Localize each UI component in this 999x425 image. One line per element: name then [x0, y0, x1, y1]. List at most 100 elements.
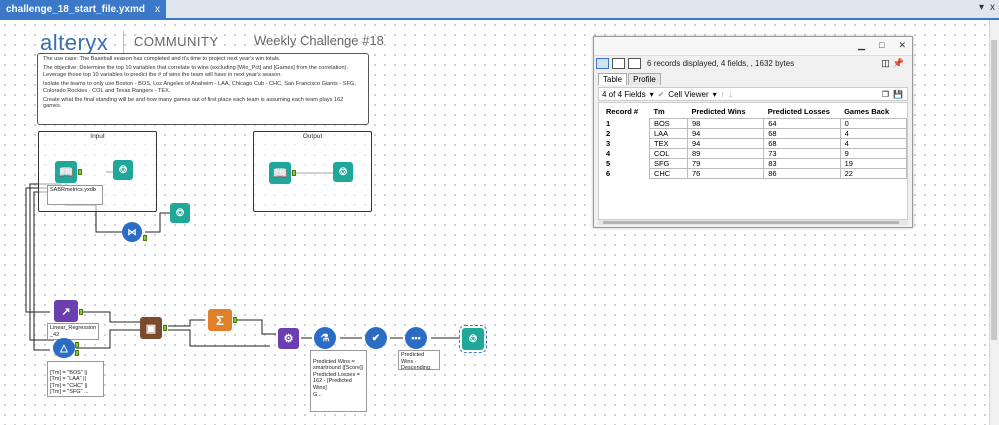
minimize-icon[interactable]: ▁	[858, 40, 865, 51]
table-cell[interactable]: 22	[839, 168, 908, 179]
table-cell[interactable]: 73	[763, 148, 841, 159]
table-cell[interactable]: 83	[763, 158, 841, 169]
chevron-down-icon[interactable]: ▾	[713, 90, 717, 99]
score-output-anchor[interactable]	[163, 325, 167, 331]
table-cell[interactable]: 68	[763, 128, 841, 139]
table-row[interactable]: 5 SFG 79 83 19	[602, 158, 908, 169]
filter-false-anchor[interactable]	[75, 350, 79, 356]
sort-up-icon[interactable]: ↑	[721, 90, 725, 99]
linear-regression-output-anchor[interactable]	[79, 309, 83, 315]
filter-tool[interactable]: △	[53, 338, 75, 358]
table-cell[interactable]: 4	[602, 149, 649, 159]
description-comment-box[interactable]: The use case: The Baseball season has co…	[37, 53, 369, 125]
sort-tool[interactable]: •••	[405, 327, 427, 349]
browse-tool-input[interactable]: ⎊	[113, 160, 133, 180]
description-isolate: Isolate the teams to only use Boston - B…	[43, 81, 356, 94]
scrollbar-thumb[interactable]	[991, 40, 997, 340]
table-row[interactable]: 2 LAA 94 68 4	[602, 128, 908, 139]
table-cell[interactable]: SFG	[648, 158, 688, 169]
table-cell[interactable]: 4	[839, 138, 908, 149]
apply-check-icon[interactable]: ✔	[658, 90, 665, 99]
maximize-icon[interactable]: □	[879, 40, 884, 51]
browse-tool-output[interactable]: ⎊	[333, 162, 353, 182]
pin-icon[interactable]: 📌	[893, 58, 904, 69]
split-horizontal-view-button[interactable]	[628, 58, 641, 69]
table-cell[interactable]: 86	[763, 168, 841, 179]
table-cell[interactable]: 79	[686, 158, 765, 169]
join-tool[interactable]: ⋈	[122, 222, 142, 242]
results-window[interactable]: ▁ □ ✕ 6 records displayed, 4 fields, , 1…	[593, 36, 913, 228]
formula-tool[interactable]: ⚗	[314, 327, 336, 349]
table-cell[interactable]: 98	[686, 118, 765, 129]
table-cell[interactable]: 68	[763, 138, 841, 149]
table-row[interactable]: 1 BOS 98 64 0	[602, 118, 908, 129]
join-icon: ⋈	[127, 226, 137, 237]
table-cell[interactable]: 0	[839, 118, 908, 129]
table-cell[interactable]: COL	[648, 148, 688, 159]
close-icon[interactable]: ✕	[898, 40, 906, 51]
results-horizontal-scrollbar[interactable]	[598, 220, 908, 225]
results-grid[interactable]: Record # Tm Predicted Wins Predicted Los…	[598, 102, 908, 220]
input-data-output-anchor[interactable]	[78, 169, 82, 175]
browse-tool-join[interactable]: ⎊	[170, 203, 190, 223]
copy-icon[interactable]: ❐	[882, 90, 889, 99]
table-cell[interactable]: 2	[602, 129, 649, 139]
table-cell[interactable]: 19	[839, 158, 908, 169]
filter-expression: [Tm] = "BOS" || [Tm] = "LAA" || [Tm] = "…	[50, 369, 89, 396]
vertical-scrollbar[interactable]	[989, 20, 999, 425]
table-cell[interactable]: 3	[602, 139, 649, 149]
table-cell[interactable]: LAA	[648, 128, 688, 139]
column-header[interactable]: Games Back	[840, 105, 906, 119]
table-cell[interactable]: 94	[686, 138, 765, 149]
table-row[interactable]: 3 TEX 94 68 4	[602, 138, 908, 149]
save-icon[interactable]: 💾	[893, 90, 903, 99]
table-row[interactable]: 6 CHC 76 86 22	[602, 168, 908, 179]
table-cell[interactable]: CHC	[648, 168, 688, 179]
table-cell[interactable]: 76	[686, 168, 765, 179]
single-view-button[interactable]	[596, 58, 609, 69]
output-data-anchor[interactable]	[292, 170, 296, 176]
table-cell[interactable]: BOS	[648, 118, 688, 129]
summarize-output-anchor[interactable]	[233, 317, 237, 323]
score-tool[interactable]: ▣	[140, 317, 162, 339]
split-vertical-view-button[interactable]	[612, 58, 625, 69]
join-output-anchor[interactable]	[143, 235, 147, 241]
table-cell[interactable]: 6	[602, 169, 649, 179]
column-header[interactable]: Predicted Losses	[764, 105, 840, 119]
cell-viewer-selector[interactable]: Cell Viewer	[668, 90, 708, 99]
table-cell[interactable]: 4	[839, 128, 908, 139]
table-cell[interactable]: 5	[602, 159, 649, 169]
chevron-down-icon[interactable]: ▾	[650, 90, 654, 99]
document-tab[interactable]: challenge_18_start_file.yxmd x	[0, 0, 166, 18]
column-header[interactable]: Predicted Wins	[687, 105, 763, 119]
column-header[interactable]: Tm	[649, 105, 687, 119]
summarize-tool[interactable]: Σ	[208, 309, 232, 331]
fields-selector[interactable]: 4 of 4 Fields	[602, 90, 646, 99]
filter-true-anchor[interactable]	[75, 342, 79, 348]
scrollbar-thumb[interactable]	[603, 221, 899, 224]
table-cell[interactable]: 89	[686, 148, 765, 159]
linear-regression-tool[interactable]: ↗	[54, 300, 78, 322]
formula-expression-label: Predicted Wins = smartround ([Score]) Pr…	[310, 350, 367, 412]
table-cell[interactable]: TEX	[648, 138, 688, 149]
tab-profile[interactable]: Profile	[628, 73, 661, 85]
score-icon: ▣	[145, 322, 157, 335]
sort-down-icon[interactable]: ↓	[729, 90, 733, 99]
close-icon[interactable]: x	[990, 2, 995, 13]
input-data-tool-output[interactable]: 📖	[269, 162, 291, 184]
table-cell[interactable]: 64	[763, 118, 841, 129]
table-cell[interactable]: 94	[686, 128, 765, 139]
table-cell[interactable]: 9	[839, 148, 908, 159]
select-tool[interactable]: ✔	[365, 327, 387, 349]
column-header[interactable]: Record #	[602, 105, 649, 119]
tab-close-icon[interactable]: x	[155, 4, 160, 15]
input-data-tool[interactable]: 📖	[55, 161, 77, 183]
browse-tool-final[interactable]: ⎊	[459, 325, 487, 353]
append-fields-tool[interactable]: ⚙	[278, 328, 299, 349]
tab-table[interactable]: Table	[598, 73, 628, 85]
export-icon[interactable]: ◫	[881, 58, 890, 69]
results-window-titlebar[interactable]: ▁ □ ✕	[594, 37, 912, 56]
table-cell[interactable]: 1	[602, 119, 649, 129]
tab-list-dropdown-icon[interactable]: ▾	[979, 2, 984, 13]
table-row[interactable]: 4 COL 89 73 9	[602, 148, 908, 159]
